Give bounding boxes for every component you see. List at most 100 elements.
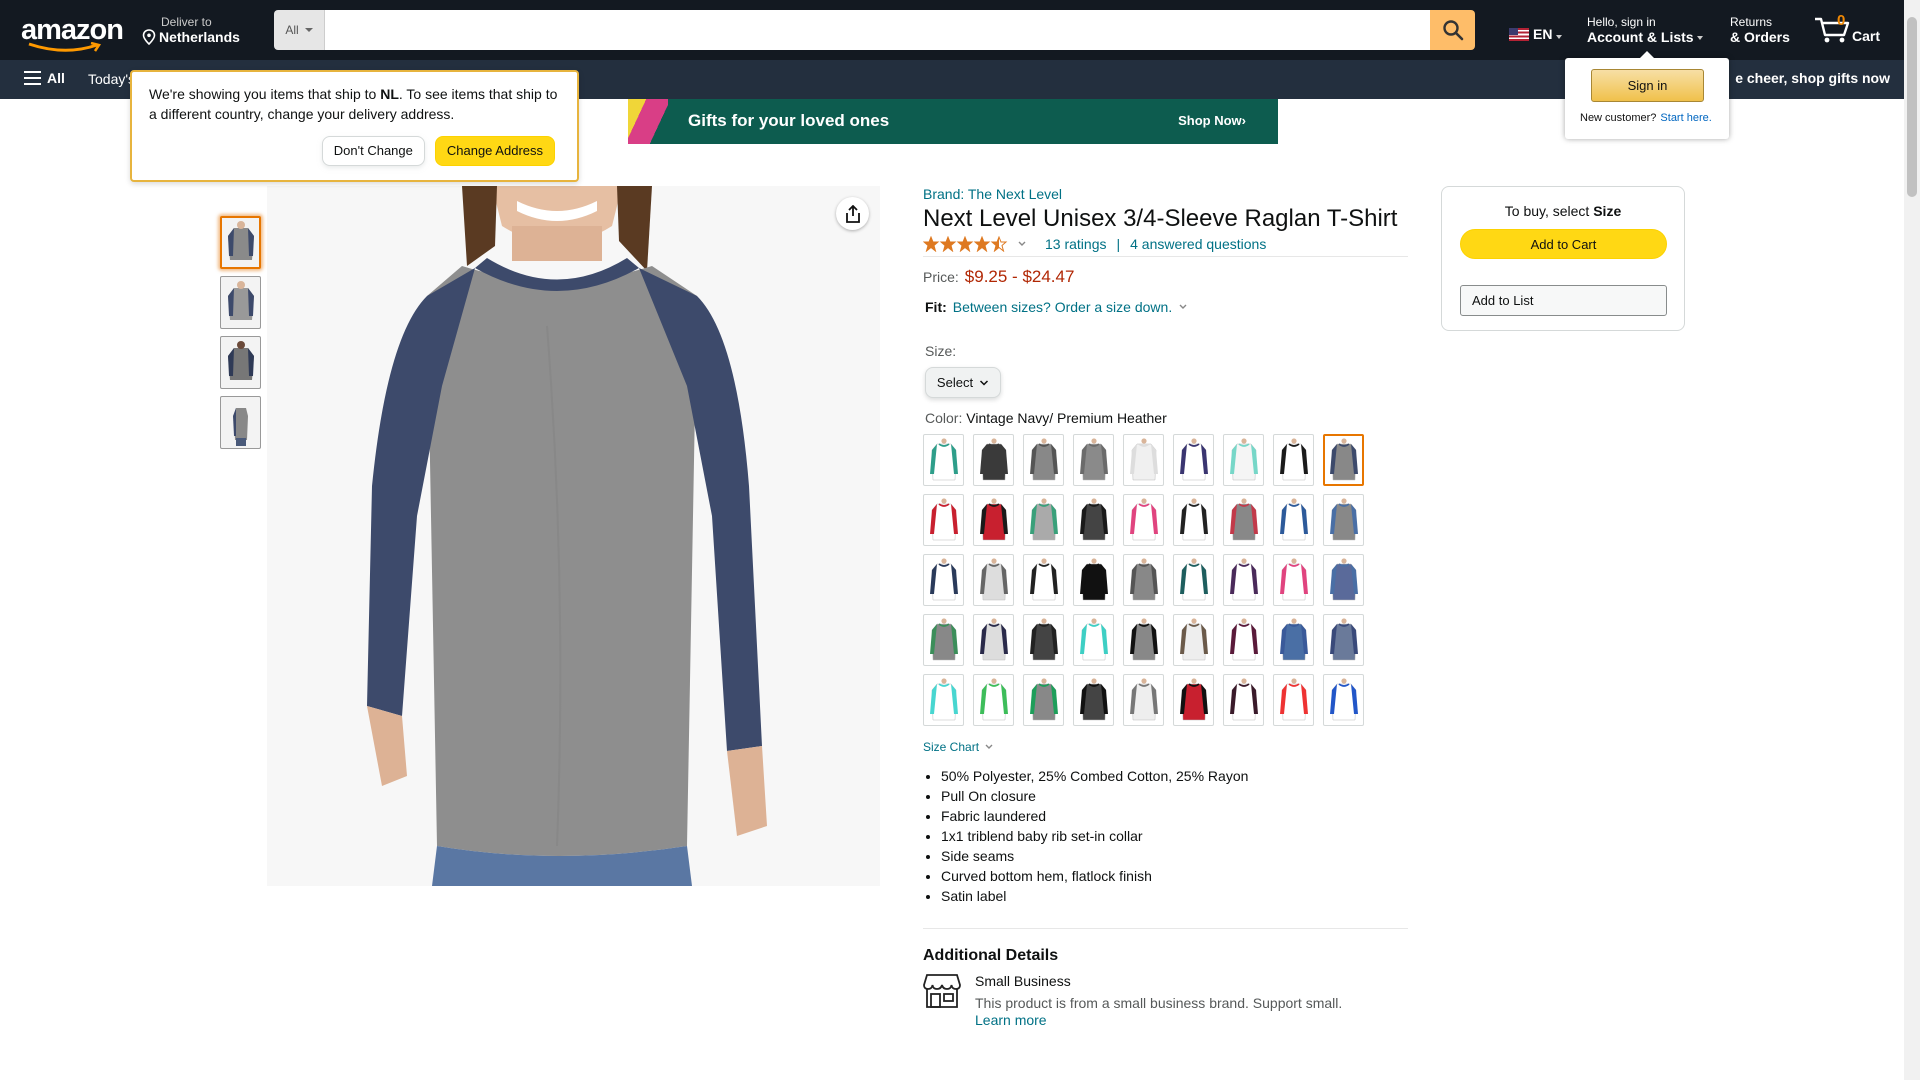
- product-details: Brand: The Next Level Next Level Unisex …: [923, 186, 1408, 1028]
- color-swatch[interactable]: [1023, 674, 1064, 726]
- thumbnail[interactable]: [220, 336, 261, 389]
- banner-decoration: [628, 99, 668, 144]
- color-swatch[interactable]: [923, 674, 964, 726]
- color-swatch[interactable]: [923, 614, 964, 666]
- color-swatch[interactable]: [973, 434, 1014, 486]
- size-select-label: Select: [936, 375, 974, 390]
- search-button[interactable]: [1430, 10, 1475, 50]
- nav-promo-link[interactable]: e cheer, shop gifts now: [1735, 70, 1890, 86]
- color-swatch[interactable]: [1273, 614, 1314, 666]
- color-swatch[interactable]: [1123, 434, 1164, 486]
- chevron-down-icon[interactable]: [1178, 303, 1188, 311]
- color-swatch[interactable]: [1123, 554, 1164, 606]
- color-swatch[interactable]: [973, 614, 1014, 666]
- returns-label: Returns: [1730, 15, 1773, 29]
- brand-link[interactable]: Brand: The Next Level: [923, 186, 1408, 202]
- feature-bullet: Side seams: [941, 846, 1408, 866]
- color-swatch[interactable]: [1023, 434, 1064, 486]
- color-swatch[interactable]: [1173, 554, 1214, 606]
- buy-box-size: Size: [1593, 203, 1622, 219]
- popover-message: We're showing you items that ship to NL.…: [149, 84, 559, 124]
- color-swatch[interactable]: [1173, 494, 1214, 546]
- color-swatch[interactable]: [1073, 434, 1114, 486]
- color-swatch[interactable]: [923, 434, 964, 486]
- color-swatch[interactable]: [973, 494, 1014, 546]
- language-selector[interactable]: EN: [1509, 26, 1563, 42]
- start-here-link[interactable]: Start here.: [1660, 112, 1711, 124]
- scrollbar-thumb[interactable]: [1907, 17, 1917, 197]
- color-swatch[interactable]: [1073, 674, 1114, 726]
- us-flag-icon: [1509, 27, 1529, 41]
- chevron-down-icon: [985, 744, 993, 749]
- chevron-down-icon[interactable]: [1017, 240, 1027, 248]
- color-swatch[interactable]: [1123, 494, 1164, 546]
- size-select-dropdown[interactable]: Select: [925, 367, 1001, 398]
- share-button[interactable]: [836, 197, 869, 230]
- color-swatch[interactable]: [973, 674, 1014, 726]
- cart[interactable]: 0 Cart: [1814, 12, 1884, 48]
- deliver-to[interactable]: Deliver to Netherlands: [142, 15, 240, 45]
- color-swatch[interactable]: [1023, 494, 1064, 546]
- color-swatch[interactable]: [1223, 494, 1264, 546]
- amazon-logo[interactable]: amazon: [21, 14, 124, 52]
- learn-more-link[interactable]: Learn more: [975, 1012, 1342, 1028]
- page-scrollbar[interactable]: [1904, 0, 1920, 1080]
- search-category-dropdown[interactable]: All: [274, 10, 325, 50]
- fit-advice-link[interactable]: Between sizes? Order a size down.: [953, 299, 1172, 315]
- color-swatch[interactable]: [1173, 614, 1214, 666]
- color-swatch[interactable]: [923, 494, 964, 546]
- color-swatch[interactable]: [1023, 554, 1064, 606]
- size-chart-link[interactable]: Size Chart: [923, 740, 1408, 754]
- color-swatch[interactable]: [1273, 674, 1314, 726]
- color-swatch[interactable]: [1323, 434, 1364, 486]
- color-swatch[interactable]: [1323, 614, 1364, 666]
- add-to-cart-button[interactable]: Add to Cart: [1460, 229, 1667, 259]
- color-label: Color:: [925, 410, 963, 426]
- color-swatch[interactable]: [1323, 494, 1364, 546]
- star-rating[interactable]: [923, 236, 1009, 252]
- all-menu-label: All: [47, 70, 65, 86]
- color-swatch[interactable]: [1223, 554, 1264, 606]
- add-to-list-button[interactable]: Add to List: [1460, 285, 1667, 316]
- gifts-banner[interactable]: Gifts for your loved ones Shop Now›: [628, 99, 1278, 144]
- color-swatch[interactable]: [1073, 494, 1114, 546]
- dont-change-button[interactable]: Don't Change: [321, 136, 425, 166]
- color-swatch[interactable]: [1073, 614, 1114, 666]
- thumbnail[interactable]: [220, 216, 261, 269]
- color-swatch[interactable]: [1123, 674, 1164, 726]
- color-swatch[interactable]: [1073, 554, 1114, 606]
- language-label: EN: [1533, 26, 1553, 42]
- color-swatch[interactable]: [1273, 554, 1314, 606]
- color-swatch[interactable]: [1173, 434, 1214, 486]
- color-swatch[interactable]: [973, 554, 1014, 606]
- search-input[interactable]: [325, 10, 1430, 50]
- color-swatch[interactable]: [1023, 614, 1064, 666]
- color-swatch[interactable]: [1323, 674, 1364, 726]
- color-swatch[interactable]: [1223, 434, 1264, 486]
- color-swatch[interactable]: [923, 554, 964, 606]
- returns-orders[interactable]: Returns & Orders: [1730, 15, 1790, 45]
- color-swatch[interactable]: [1273, 434, 1314, 486]
- change-address-button[interactable]: Change Address: [434, 136, 555, 166]
- answered-questions-link[interactable]: 4 answered questions: [1130, 236, 1266, 252]
- ratings-count-link[interactable]: 13 ratings: [1045, 236, 1106, 252]
- nav-todays-deals[interactable]: Today's: [88, 71, 135, 87]
- main-product-image[interactable]: [267, 186, 880, 886]
- thumbnail[interactable]: [220, 276, 261, 329]
- color-swatch[interactable]: [1273, 494, 1314, 546]
- thumbnail[interactable]: [220, 396, 261, 449]
- all-menu-button[interactable]: All: [24, 70, 65, 86]
- share-icon: [845, 204, 860, 223]
- feature-bullet: Curved bottom hem, flatlock finish: [941, 866, 1408, 886]
- color-swatch[interactable]: [1173, 674, 1214, 726]
- signin-button[interactable]: Sign in: [1591, 69, 1704, 102]
- buy-box: To buy, select Size Add to Cart Add to L…: [1441, 186, 1685, 331]
- color-swatch[interactable]: [1323, 554, 1364, 606]
- signin-flyout: Sign in New customer? Start here.: [1565, 51, 1729, 139]
- feature-bullet: 1x1 triblend baby rib set-in collar: [941, 826, 1408, 846]
- color-swatch[interactable]: [1223, 614, 1264, 666]
- account-lists[interactable]: Hello, sign in Account & Lists: [1587, 15, 1704, 45]
- color-swatch[interactable]: [1123, 614, 1164, 666]
- color-swatch[interactable]: [1223, 674, 1264, 726]
- cart-count: 0: [1837, 12, 1846, 29]
